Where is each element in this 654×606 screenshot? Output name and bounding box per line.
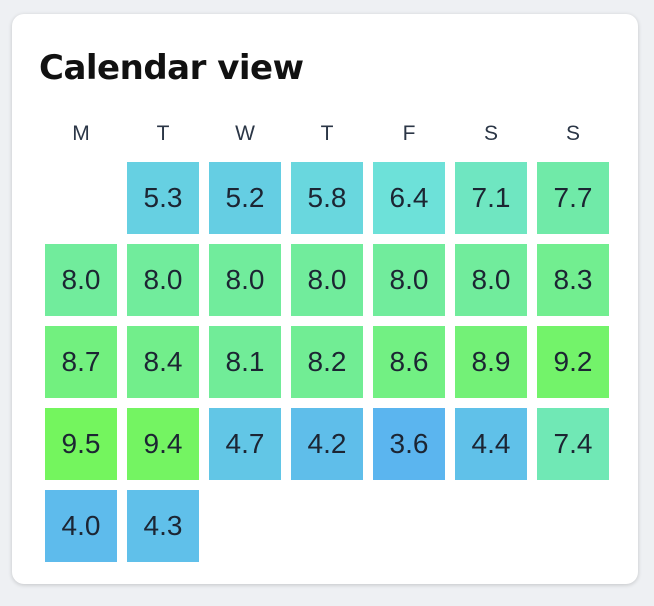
calendar-day-cell[interactable]: 8.0 [455, 244, 527, 316]
calendar-card: Calendar view M T W T F S S 5.3 5.2 5.8 6.4… [12, 14, 638, 584]
calendar-day-cell[interactable]: 5.3 [127, 162, 199, 234]
calendar-day-cell[interactable]: 8.0 [209, 244, 281, 316]
calendar-day-cell[interactable]: 4.7 [209, 408, 281, 480]
calendar-day-cell[interactable]: 8.6 [373, 326, 445, 398]
calendar-day-cell[interactable]: 8.9 [455, 326, 527, 398]
weekday-header: M T W T F S S [45, 120, 607, 148]
calendar-grid: 5.3 5.2 5.8 6.4 7.1 7.7 8.0 8.0 8.0 8.0 8.0 8.0 8.3 8… [45, 162, 609, 562]
calendar-day-cell[interactable]: 8.2 [291, 326, 363, 398]
calendar-day-cell[interactable]: 9.5 [45, 408, 117, 480]
calendar-day-cell[interactable]: 8.0 [127, 244, 199, 316]
calendar-day-cell[interactable]: 4.0 [45, 490, 117, 562]
calendar-day-cell[interactable]: 3.6 [373, 408, 445, 480]
calendar-day-cell[interactable]: 5.8 [291, 162, 363, 234]
card-title: Calendar view [39, 48, 304, 88]
calendar-day-cell[interactable]: 4.2 [291, 408, 363, 480]
calendar-day-cell[interactable]: 9.4 [127, 408, 199, 480]
calendar-day-cell[interactable]: 8.4 [127, 326, 199, 398]
calendar-day-cell[interactable]: 8.0 [45, 244, 117, 316]
calendar-day-cell[interactable]: 8.3 [537, 244, 609, 316]
calendar-day-cell[interactable]: 8.0 [291, 244, 363, 316]
weekday-label: T [320, 122, 334, 145]
calendar-day-cell[interactable]: 8.7 [45, 326, 117, 398]
calendar-day-cell[interactable]: 7.1 [455, 162, 527, 234]
calendar-day-cell[interactable]: 5.2 [209, 162, 281, 234]
weekday-label: M [72, 122, 90, 145]
calendar-day-cell[interactable]: 9.2 [537, 326, 609, 398]
calendar-day-cell[interactable]: 7.7 [537, 162, 609, 234]
weekday-label: S [565, 122, 580, 145]
calendar-day-cell[interactable]: 8.0 [373, 244, 445, 316]
calendar-day-cell[interactable]: 7.4 [537, 408, 609, 480]
weekday-label: F [402, 122, 416, 145]
calendar-day-cell[interactable]: 4.4 [455, 408, 527, 480]
weekday-label: W [235, 122, 255, 145]
calendar-day-cell[interactable]: 4.3 [127, 490, 199, 562]
weekday-label: T [156, 122, 170, 145]
calendar-day-cell[interactable]: 6.4 [373, 162, 445, 234]
calendar-day-cell[interactable]: 8.1 [209, 326, 281, 398]
weekday-label: S [483, 122, 498, 145]
